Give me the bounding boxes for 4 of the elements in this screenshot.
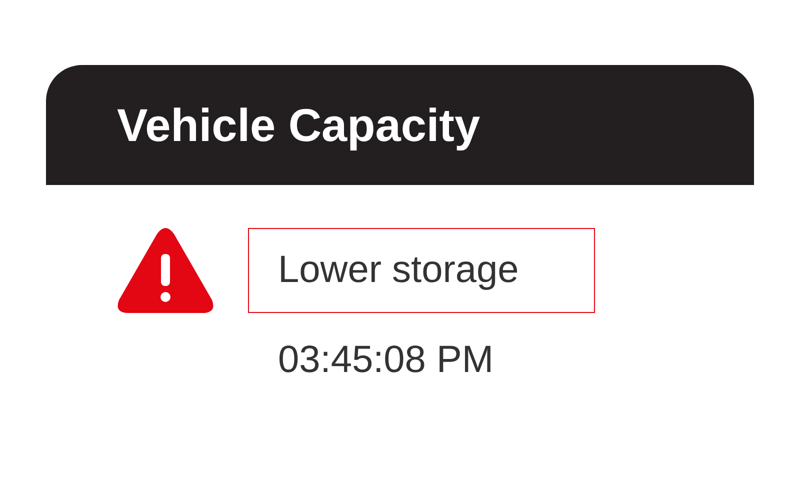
alert-message: Lower storage xyxy=(248,228,595,313)
card-title: Vehicle Capacity xyxy=(117,102,480,148)
alert-time: 03:45:08 PM xyxy=(277,338,494,379)
warning-icon xyxy=(117,228,214,313)
